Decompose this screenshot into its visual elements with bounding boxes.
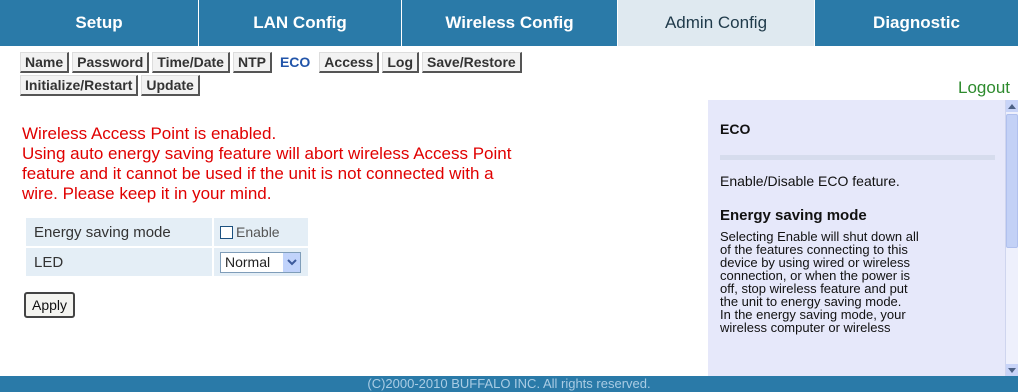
tab-admin-config[interactable]: Admin Config [618, 0, 815, 46]
enable-checkbox[interactable] [220, 226, 233, 240]
subnav-item-name[interactable]: Name [20, 52, 70, 73]
subnav-item-password[interactable]: Password [72, 52, 150, 73]
tab-lan-config[interactable]: LAN Config [199, 0, 402, 46]
main-content: Wireless Access Point is enabled. Using … [22, 124, 702, 318]
scroll-up-icon[interactable] [1006, 100, 1018, 112]
logout-link[interactable]: Logout [958, 78, 1010, 98]
enable-label[interactable]: Enable [236, 225, 280, 241]
warning-line: Using auto energy saving feature will ab… [22, 144, 512, 163]
energy-saving-label: Energy saving mode [26, 218, 212, 246]
tab-setup[interactable]: Setup [0, 0, 199, 46]
help-panel: ECO Enable/Disable ECO feature. Energy s… [708, 100, 1005, 376]
help-title: ECO [720, 121, 751, 137]
settings-table: Energy saving mode Enable LED Normal [24, 216, 310, 278]
subnav-item-eco[interactable]: ECO [275, 52, 316, 73]
led-select[interactable]: Normal [220, 251, 301, 273]
warning-message: Wireless Access Point is enabled. Using … [22, 124, 702, 204]
warning-line: wire. Please keep it in your mind. [22, 184, 272, 203]
footer-copyright: (C)2000-2010 BUFFALO INC. All rights res… [0, 376, 1018, 392]
energy-saving-value: Enable [214, 218, 308, 246]
scroll-down-icon[interactable] [1006, 364, 1018, 376]
scrollbar-thumb[interactable] [1006, 114, 1018, 248]
subnav-item-update[interactable]: Update [141, 75, 200, 96]
warning-line: Wireless Access Point is enabled. [22, 124, 277, 143]
help-subtitle: Energy saving mode [720, 207, 867, 224]
subnav-item-access[interactable]: Access [319, 52, 380, 73]
led-value: Normal [214, 248, 308, 276]
chevron-down-icon[interactable] [283, 252, 300, 272]
top-nav: Setup LAN Config Wireless Config Admin C… [0, 0, 1018, 46]
subnav-item-initialize-restart[interactable]: Initialize/Restart [20, 75, 139, 96]
subnav-item-log[interactable]: Log [382, 52, 419, 73]
sub-nav: Name Password Time/Date NTP ECO Access L… [20, 52, 720, 96]
led-label: LED [26, 248, 212, 276]
help-scrollbar[interactable] [1005, 100, 1018, 376]
subnav-item-save-restore[interactable]: Save/Restore [422, 52, 522, 73]
warning-line: feature and it cannot be used if the uni… [22, 164, 494, 183]
setting-row-energy-saving: Energy saving mode Enable [26, 218, 308, 246]
tab-diagnostic[interactable]: Diagnostic [815, 0, 1018, 46]
help-line: wireless computer or wireless [720, 320, 891, 335]
tab-wireless-config[interactable]: Wireless Config [402, 0, 618, 46]
help-description: Selecting Enable will shut down all of t… [720, 230, 995, 334]
help-divider [720, 155, 995, 160]
sub-nav-row: Name Password Time/Date NTP ECO Access L… [20, 52, 720, 73]
setting-row-led: LED Normal [26, 248, 308, 276]
apply-button[interactable]: Apply [24, 292, 76, 318]
help-summary: Enable/Disable ECO feature. [720, 173, 900, 189]
sub-nav-row: Initialize/Restart Update [20, 75, 720, 96]
led-select-value: Normal [225, 254, 271, 270]
subnav-item-ntp[interactable]: NTP [232, 52, 272, 73]
subnav-item-time-date[interactable]: Time/Date [152, 52, 230, 73]
